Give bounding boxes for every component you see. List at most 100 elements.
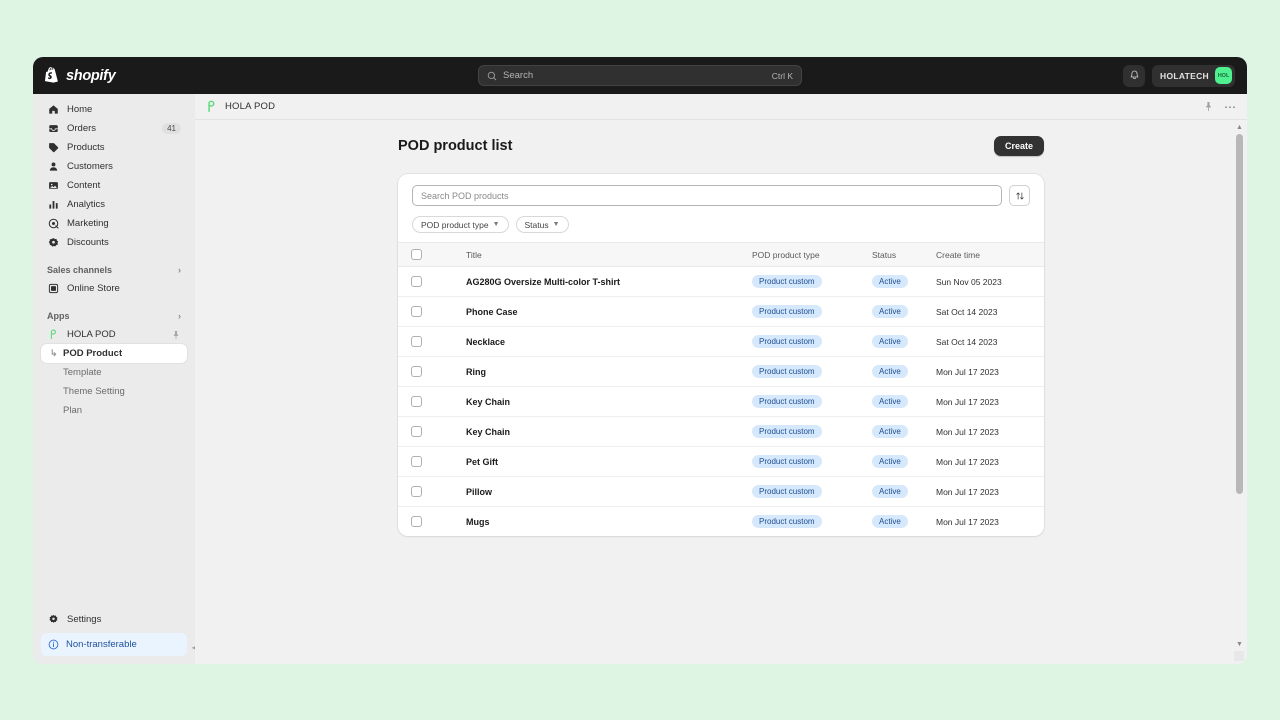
- breadcrumb-app-label[interactable]: HOLA POD: [225, 101, 275, 112]
- row-status-cell: Active: [872, 416, 936, 447]
- row-title-cell[interactable]: Mugs: [466, 507, 752, 537]
- row-create-time: Mon Jul 17 2023: [936, 446, 1044, 477]
- table-row[interactable]: Phone Case Product custom Active Sat Oct 14…: [398, 296, 1044, 327]
- pin-icon[interactable]: [1203, 101, 1214, 112]
- table-row[interactable]: Pet Gift Product custom Active Mon Jul 17 2…: [398, 446, 1044, 477]
- discounts-icon: [47, 237, 59, 249]
- notifications-button[interactable]: [1123, 64, 1145, 87]
- content-icon: [47, 180, 59, 192]
- row-checkbox[interactable]: [411, 456, 422, 467]
- row-thumbnail-cell: [432, 416, 466, 447]
- row-checkbox[interactable]: [411, 366, 422, 377]
- filter-status[interactable]: Status ▼: [515, 216, 569, 233]
- row-type-cell: Product custom: [752, 326, 872, 357]
- row-checkbox[interactable]: [411, 516, 422, 527]
- vertical-scrollbar[interactable]: ▲ ▼: [1235, 124, 1244, 648]
- scroll-down-arrow[interactable]: ▼: [1236, 641, 1243, 648]
- row-thumbnail-cell: [432, 507, 466, 537]
- status-badge: Active: [872, 335, 908, 348]
- search-row: [412, 185, 1030, 206]
- sidebar-item-orders[interactable]: Orders 41: [41, 119, 187, 138]
- select-all-checkbox[interactable]: [411, 249, 422, 260]
- sidebar-item-products[interactable]: Products: [41, 138, 187, 157]
- table-header: Title POD product type Status Create tim…: [398, 242, 1044, 267]
- sidebar-item-label: Online Store: [67, 283, 120, 294]
- row-select-cell: [398, 356, 432, 387]
- sidebar-item-label: Theme Setting: [63, 386, 125, 397]
- table-row[interactable]: Key Chain Product custom Active Mon Jul 17 …: [398, 386, 1044, 417]
- product-title: Mugs: [466, 516, 490, 527]
- row-checkbox[interactable]: [411, 336, 422, 347]
- create-button[interactable]: Create: [993, 136, 1044, 156]
- table-row[interactable]: Necklace Product custom Active Sat Oct 14 2…: [398, 326, 1044, 357]
- table-row[interactable]: Ring Product custom Active Mon Jul 17 2023: [398, 356, 1044, 387]
- scroll-up-arrow[interactable]: ▲: [1236, 124, 1243, 131]
- global-search[interactable]: Search Ctrl K: [478, 65, 802, 86]
- sidebar-item-template[interactable]: Template: [41, 363, 187, 382]
- row-checkbox[interactable]: [411, 396, 422, 407]
- chevron-right-icon: ›: [178, 265, 181, 275]
- pin-icon[interactable]: [171, 330, 181, 340]
- sidebar-item-pod-product[interactable]: ↳ POD Product: [41, 344, 187, 363]
- apps-header[interactable]: Apps ›: [41, 307, 187, 325]
- row-checkbox[interactable]: [411, 276, 422, 287]
- sort-icon: [1015, 192, 1024, 199]
- orders-icon: [47, 123, 59, 135]
- row-title-cell[interactable]: Pet Gift: [466, 446, 752, 477]
- row-checkbox[interactable]: [411, 426, 422, 437]
- row-title-cell[interactable]: Necklace: [466, 326, 752, 357]
- user-menu-button[interactable]: HOLATECH HOL: [1152, 64, 1235, 87]
- table-row[interactable]: Pillow Product custom Active Mon Jul 17 202…: [398, 476, 1044, 507]
- row-title-cell[interactable]: Key Chain: [466, 386, 752, 417]
- sidebar-item-online-store[interactable]: Online Store: [41, 279, 187, 298]
- row-checkbox[interactable]: [411, 306, 422, 317]
- sort-button[interactable]: [1009, 185, 1030, 206]
- product-type-badge: Product custom: [752, 515, 822, 528]
- sidebar-item-plan[interactable]: Plan: [41, 401, 187, 420]
- marketing-icon: [47, 218, 59, 230]
- row-type-cell: Product custom: [752, 476, 872, 507]
- column-header-status[interactable]: Status: [872, 242, 936, 267]
- shopify-logo[interactable]: shopify: [45, 67, 116, 84]
- sidebar-item-theme-setting[interactable]: Theme Setting: [41, 382, 187, 401]
- status-badge: Active: [872, 485, 908, 498]
- sidebar-item-content[interactable]: Content: [41, 176, 187, 195]
- product-type-badge: Product custom: [752, 485, 822, 498]
- product-title: Necklace: [466, 336, 506, 347]
- body-area: Home Orders 41 Products Customers Conten…: [33, 94, 1247, 664]
- sales-channels-header[interactable]: Sales channels ›: [41, 261, 187, 279]
- sidebar-item-home[interactable]: Home: [41, 100, 187, 119]
- sidebar-item-label: Customers: [67, 161, 113, 172]
- row-title-cell[interactable]: Key Chain: [466, 416, 752, 447]
- table-row[interactable]: Mugs Product custom Active Mon Jul 17 2023: [398, 507, 1044, 537]
- table-row[interactable]: AG280G Oversize Multi-color T-shirt Produ…: [398, 266, 1044, 297]
- page-scroll-region: POD product list Create Search POD produ…: [195, 120, 1247, 664]
- select-all-cell: [398, 242, 432, 267]
- scrollbar-thumb[interactable]: [1236, 134, 1243, 494]
- row-select-cell: [398, 507, 432, 537]
- sidebar-item-discounts[interactable]: Discounts: [41, 233, 187, 252]
- sidebar-item-marketing[interactable]: Marketing: [41, 214, 187, 233]
- row-title-cell[interactable]: AG280G Oversize Multi-color T-shirt: [466, 266, 752, 297]
- row-checkbox[interactable]: [411, 486, 422, 497]
- row-title-cell[interactable]: Pillow: [466, 476, 752, 507]
- status-badge: Active: [872, 395, 908, 408]
- column-header-title[interactable]: Title: [466, 242, 752, 267]
- bell-icon: [1130, 70, 1138, 80]
- table-row[interactable]: Key Chain Product custom Active Mon Jul 17 …: [398, 416, 1044, 447]
- filter-pod-product-type[interactable]: POD product type ▼: [412, 216, 509, 233]
- column-header-type[interactable]: POD product type: [752, 242, 872, 267]
- sidebar-item-customers[interactable]: Customers: [41, 157, 187, 176]
- shopify-bag-icon: [45, 67, 58, 83]
- sidebar-item-settings[interactable]: Settings: [41, 610, 187, 629]
- non-transferable-notice: Non-transferable: [41, 633, 187, 656]
- column-header-create-time[interactable]: Create time: [936, 242, 1044, 267]
- avatar: HOL: [1215, 67, 1232, 84]
- more-options-icon[interactable]: ⋯: [1224, 101, 1237, 113]
- sidebar-item-hola-pod[interactable]: HOLA POD: [41, 325, 187, 344]
- search-input[interactable]: [412, 185, 1002, 206]
- sidebar-item-analytics[interactable]: Analytics: [41, 195, 187, 214]
- row-title-cell[interactable]: Phone Case: [466, 296, 752, 327]
- row-title-cell[interactable]: Ring: [466, 356, 752, 387]
